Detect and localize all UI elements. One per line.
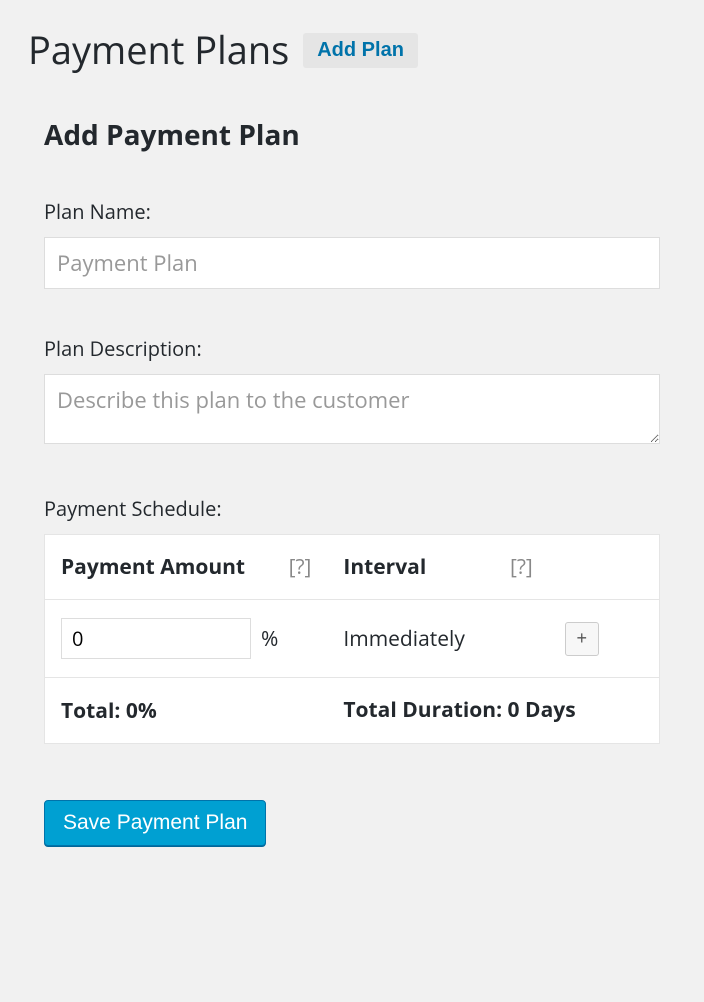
add-plan-button[interactable]: Add Plan (303, 33, 418, 68)
plan-description-label: Plan Description: (44, 335, 660, 362)
interval-text: Immediately (343, 625, 464, 653)
plan-name-input[interactable] (44, 237, 660, 289)
plus-icon: + (577, 628, 588, 649)
help-icon[interactable]: [?] (510, 553, 533, 581)
schedule-label: Payment Schedule: (44, 495, 660, 522)
schedule-row: % Immediately + (45, 600, 660, 678)
schedule-table: Payment Amount [?] Interval [?] (44, 534, 660, 744)
save-plan-button[interactable]: Save Payment Plan (44, 800, 266, 846)
col-interval-text: Interval (343, 553, 426, 581)
page-title: Payment Plans (28, 24, 289, 76)
add-row-button[interactable]: + (565, 622, 599, 656)
total-percent: Total: 0% (45, 678, 328, 744)
form-title: Add Payment Plan (44, 116, 660, 154)
col-amount-text: Payment Amount (61, 553, 245, 581)
plan-name-label: Plan Name: (44, 198, 660, 225)
plan-description-textarea[interactable] (44, 374, 660, 444)
col-header-amount: Payment Amount [?] (45, 535, 328, 600)
col-header-interval: Interval [?] (327, 535, 548, 600)
total-duration: Total Duration: 0 Days (327, 678, 659, 744)
amount-unit: % (261, 625, 278, 653)
help-icon[interactable]: [?] (289, 553, 312, 581)
amount-input[interactable] (61, 618, 251, 659)
col-header-action (549, 535, 660, 600)
schedule-totals-row: Total: 0% Total Duration: 0 Days (45, 678, 660, 744)
